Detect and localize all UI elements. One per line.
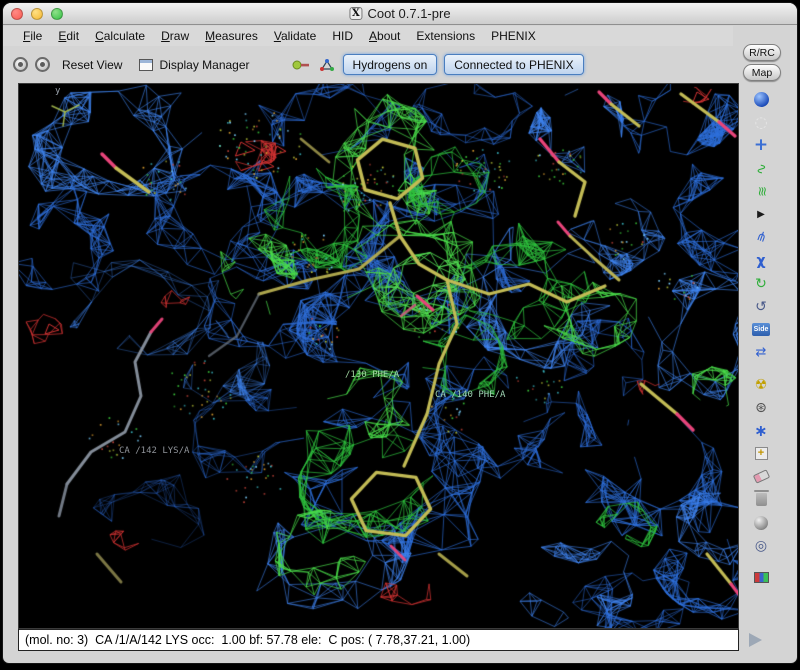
close-button[interactable]: [11, 8, 23, 20]
menubar: FileEditCalculateDrawMeasuresValidateHID…: [3, 26, 733, 46]
add-atom-icon[interactable]: ∗: [748, 419, 774, 442]
translate-view-icon[interactable]: +: [748, 134, 774, 157]
display-manager-label: Display Manager: [159, 58, 249, 72]
window-title-text: Coot 0.7.1-pre: [367, 6, 450, 21]
flip-peptide-icon[interactable]: ⇄: [748, 341, 774, 364]
menu-file[interactable]: File: [15, 27, 50, 45]
menu-edit[interactable]: Edit: [50, 27, 87, 45]
play-icon[interactable]: ▶: [748, 203, 774, 226]
delete-item-icon[interactable]: [748, 488, 774, 511]
minimize-button[interactable]: [31, 8, 43, 20]
gl-canvas[interactable]: [19, 84, 738, 628]
eraser-icon[interactable]: [748, 465, 774, 488]
menu-draw[interactable]: Draw: [153, 27, 197, 45]
titlebar: X Coot 0.7.1-pre: [3, 3, 797, 25]
spiral-icon[interactable]: ≋: [748, 180, 774, 203]
helix-icon[interactable]: ∿: [748, 157, 774, 180]
molecule-icon[interactable]: [318, 57, 336, 73]
x11-icon: X: [349, 7, 362, 20]
chi-angles-icon[interactable]: χ: [748, 249, 774, 272]
phenix-status-button[interactable]: Connected to PHENIX: [444, 54, 583, 75]
add-terminal-residue-icon[interactable]: +: [748, 442, 774, 465]
trackball-icon[interactable]: ◌: [748, 111, 774, 134]
reset-view-button[interactable]: Reset View: [57, 56, 127, 74]
menu-extensions[interactable]: Extensions: [408, 27, 483, 45]
key-icon[interactable]: [291, 58, 311, 72]
map-button[interactable]: Map: [743, 64, 781, 81]
display-manager-button[interactable]: Display Manager: [134, 56, 254, 74]
gl-viewport[interactable]: y/130 PHE/ACA /140 PHE/ACA /142 LYS/A: [18, 83, 739, 629]
menu-measures[interactable]: Measures: [197, 27, 266, 45]
toolbar-circle-icon-1[interactable]: [13, 57, 28, 72]
radiation-dark-icon[interactable]: ⊛: [748, 396, 774, 419]
menu-hid[interactable]: HID: [324, 27, 361, 45]
toolbar-circle-icon-2[interactable]: [35, 57, 50, 72]
flag-icon[interactable]: [748, 566, 774, 589]
window-title: X Coot 0.7.1-pre: [349, 6, 450, 21]
rrc-button[interactable]: R/RC: [743, 44, 781, 61]
undo-icon[interactable]: ◎: [748, 534, 774, 557]
menu-validate[interactable]: Validate: [266, 27, 325, 45]
menu-calculate[interactable]: Calculate: [87, 27, 153, 45]
status-text: (mol. no: 3) CA /1/A/142 LYS occ: 1.00 b…: [25, 633, 470, 647]
radiation-yellow-icon[interactable]: ☢: [748, 373, 774, 396]
hydrogens-toggle-button[interactable]: Hydrogens on: [343, 54, 438, 75]
menu-about[interactable]: About: [361, 27, 408, 45]
display-manager-icon: [139, 59, 153, 71]
zoom-button[interactable]: [51, 8, 63, 20]
menu-phenix[interactable]: PHENIX: [483, 27, 544, 45]
rotamer-icon[interactable]: ⋔: [748, 226, 774, 249]
status-bar: (mol. no: 3) CA /1/A/142 LYS occ: 1.00 b…: [18, 629, 739, 651]
side-chain-icon[interactable]: Side: [748, 318, 774, 341]
main-toolbar: Reset View Display Manager Hydrogens on …: [3, 46, 738, 83]
rotate-translate-icon[interactable]: ↺: [748, 295, 774, 318]
view-sphere-icon[interactable]: [748, 88, 774, 111]
right-toolbar: ◌+∿≋▶⋔χ↻↺Side⇄☢⊛∗+◎: [740, 83, 782, 631]
spin-triangle-icon[interactable]: [749, 633, 762, 647]
torsion-general-icon[interactable]: ↻: [748, 272, 774, 295]
coot-window: X Coot 0.7.1-pre FileEditCalculateDrawMe…: [3, 3, 797, 663]
sphere-gray-icon[interactable]: [748, 511, 774, 534]
